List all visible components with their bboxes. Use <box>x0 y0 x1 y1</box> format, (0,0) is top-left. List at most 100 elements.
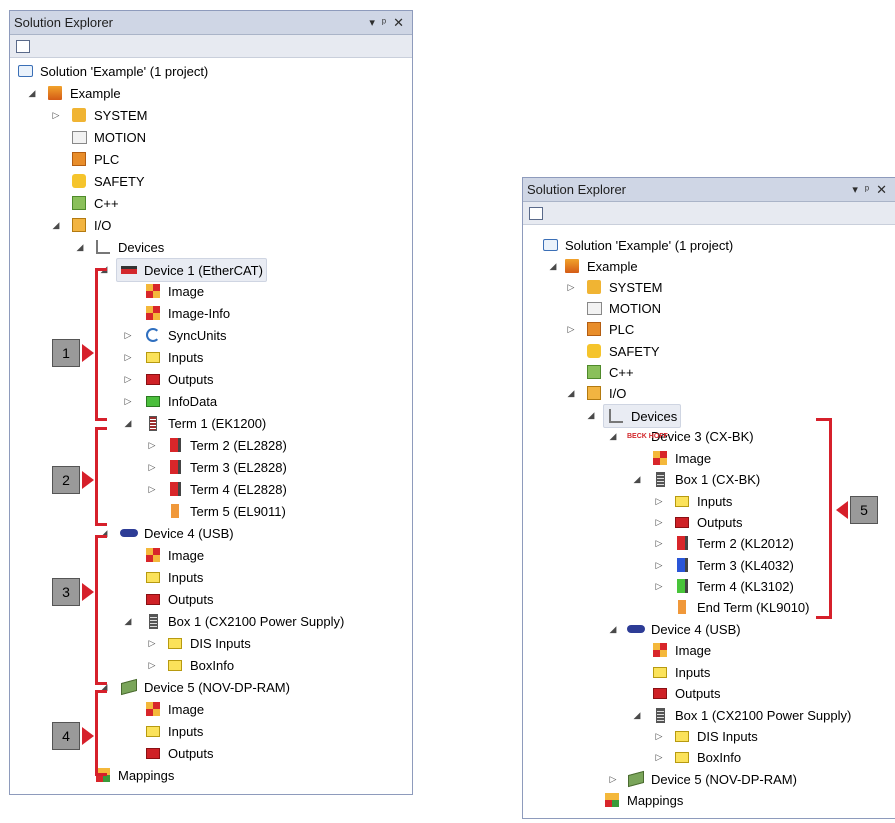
expand-arrow-icon[interactable]: ▷ <box>607 768 619 790</box>
image-icon <box>144 283 162 299</box>
expand-arrow-icon[interactable]: ▷ <box>50 104 62 126</box>
collapse-arrow-icon[interactable]: ◢ <box>26 82 38 104</box>
close-icon[interactable]: ✕ <box>393 15 404 31</box>
expand-arrow-icon[interactable]: ▷ <box>653 575 665 597</box>
tree-item-device-4[interactable]: Device 4 (USB) <box>120 522 234 544</box>
collapse-arrow-icon[interactable]: ◢ <box>631 704 643 726</box>
tree-item-boxinfo[interactable]: BoxInfo <box>166 654 234 676</box>
tree-item-cpp[interactable]: C++ <box>70 192 119 214</box>
expand-arrow-icon[interactable]: ▷ <box>565 276 577 298</box>
tree-item-motion[interactable]: MOTION <box>585 297 661 319</box>
expand-arrow-icon[interactable]: ▷ <box>122 368 134 390</box>
tree-item-mappings[interactable]: Mappings <box>603 789 683 811</box>
tree-item-syncunits[interactable]: SyncUnits <box>144 324 227 346</box>
tree-item-cpp[interactable]: C++ <box>585 361 634 383</box>
tree-item-dis-inputs[interactable]: DIS Inputs <box>166 632 251 654</box>
pin-icon[interactable]: ᵖ <box>382 17 386 29</box>
tree-item-inputs[interactable]: Inputs <box>673 490 732 512</box>
collapse-arrow-icon[interactable]: ◢ <box>585 404 597 426</box>
expand-arrow-icon[interactable]: ▷ <box>565 318 577 340</box>
tree-item-term-2[interactable]: Term 2 (EL2828) <box>166 434 287 456</box>
tree-item-term-5[interactable]: Term 5 (EL9011) <box>166 500 286 522</box>
tree-item-device-5[interactable]: Device 5 (NOV-DP-RAM) <box>120 676 290 698</box>
dropdown-icon[interactable]: ▾ <box>369 16 375 29</box>
collapse-arrow-icon[interactable]: ◢ <box>631 468 643 490</box>
tree-item-box-1[interactable]: Box 1 (CX2100 Power Supply) <box>651 704 851 726</box>
tree-item-device-3[interactable]: BECK HOFF Device 3 (CX-BK) <box>627 425 754 447</box>
tree-item-inputs[interactable]: Inputs <box>144 720 203 742</box>
tree-item-outputs[interactable]: Outputs <box>651 682 721 704</box>
tree-item-safety[interactable]: SAFETY <box>70 170 145 192</box>
expand-arrow-icon[interactable]: ▷ <box>653 746 665 768</box>
expand-arrow-icon[interactable]: ▷ <box>653 532 665 554</box>
collapse-arrow-icon[interactable]: ◢ <box>547 255 559 277</box>
tree-item-inputs[interactable]: Inputs <box>144 346 203 368</box>
tree-item-solution[interactable]: Solution 'Example' (1 project) <box>541 234 733 256</box>
tree-item-infodata[interactable]: InfoData <box>144 390 217 412</box>
tree-item-inputs[interactable]: Inputs <box>144 566 203 588</box>
tree-item-outputs[interactable]: Outputs <box>144 588 214 610</box>
tree-item-io[interactable]: I/O <box>70 214 111 236</box>
tree-item-devices[interactable]: Devices <box>94 236 164 258</box>
show-all-files-icon[interactable] <box>529 206 543 220</box>
tree-item-safety[interactable]: SAFETY <box>585 340 660 362</box>
tree-item-system[interactable]: SYSTEM <box>585 276 662 298</box>
collapse-arrow-icon[interactable]: ◢ <box>50 214 62 236</box>
tree-item-image[interactable]: Image <box>144 698 204 720</box>
annotation-bracket-1 <box>95 268 107 421</box>
dropdown-icon[interactable]: ▾ <box>852 183 858 196</box>
collapse-arrow-icon[interactable]: ◢ <box>607 425 619 447</box>
expand-arrow-icon[interactable]: ▷ <box>122 390 134 412</box>
tree-item-device-5[interactable]: Device 5 (NOV-DP-RAM) <box>627 768 797 790</box>
tree-item-boxinfo[interactable]: BoxInfo <box>673 746 741 768</box>
tree-item-image[interactable]: Image <box>144 280 204 302</box>
tree-item-term-4[interactable]: Term 4 (EL2828) <box>166 478 287 500</box>
expand-arrow-icon[interactable]: ▷ <box>146 478 158 500</box>
collapse-arrow-icon[interactable]: ◢ <box>74 236 86 258</box>
tree-item-term-4[interactable]: Term 4 (KL3102) <box>673 575 794 597</box>
tree-item-image-info[interactable]: Image-Info <box>144 302 230 324</box>
tree-item-system[interactable]: SYSTEM <box>70 104 147 126</box>
expand-arrow-icon[interactable]: ▷ <box>146 434 158 456</box>
tree-item-outputs[interactable]: Outputs <box>144 368 214 390</box>
tree-item-end-term[interactable]: End Term (KL9010) <box>673 596 810 618</box>
expand-arrow-icon[interactable]: ▷ <box>653 511 665 533</box>
collapse-arrow-icon[interactable]: ◢ <box>565 382 577 404</box>
tree-item-box-1[interactable]: Box 1 (CX-BK) <box>651 468 760 490</box>
tree-item-term-1[interactable]: Term 1 (EK1200) <box>144 412 266 434</box>
tree-item-image[interactable]: Image <box>651 447 711 469</box>
tree-item-device-4[interactable]: Device 4 (USB) <box>627 618 741 640</box>
close-icon[interactable]: ✕ <box>876 182 887 198</box>
tree-item-outputs[interactable]: Outputs <box>144 742 214 764</box>
expand-arrow-icon[interactable]: ▷ <box>146 632 158 654</box>
tree-item-term-3[interactable]: Term 3 (EL2828) <box>166 456 287 478</box>
tree-item-plc[interactable]: PLC <box>585 318 634 340</box>
collapse-arrow-icon[interactable]: ◢ <box>607 618 619 640</box>
tree-item-term-3[interactable]: Term 3 (KL4032) <box>673 554 794 576</box>
tree-item-io[interactable]: I/O <box>585 382 626 404</box>
tree-item-solution[interactable]: Solution 'Example' (1 project) <box>16 60 208 82</box>
expand-arrow-icon[interactable]: ▷ <box>653 725 665 747</box>
pin-icon[interactable]: ᵖ <box>865 184 869 196</box>
tree-item-outputs[interactable]: Outputs <box>673 511 743 533</box>
tree-item-term-2[interactable]: Term 2 (KL2012) <box>673 532 794 554</box>
tree-item-dis-inputs[interactable]: DIS Inputs <box>673 725 758 747</box>
tree-item-inputs[interactable]: Inputs <box>651 661 710 683</box>
tree-item-image[interactable]: Image <box>651 639 711 661</box>
expand-arrow-icon[interactable]: ▷ <box>146 456 158 478</box>
expand-arrow-icon[interactable]: ▷ <box>653 554 665 576</box>
expand-arrow-icon[interactable]: ▷ <box>146 654 158 676</box>
tree-item-example[interactable]: Example <box>563 255 638 277</box>
tree-item-plc[interactable]: PLC <box>70 148 119 170</box>
expand-arrow-icon[interactable]: ▷ <box>122 346 134 368</box>
collapse-arrow-icon[interactable]: ◢ <box>122 412 134 434</box>
tree-item-image[interactable]: Image <box>144 544 204 566</box>
expand-arrow-icon[interactable]: ▷ <box>122 324 134 346</box>
collapse-arrow-icon[interactable]: ◢ <box>122 610 134 632</box>
tree-item-example[interactable]: Example <box>46 82 121 104</box>
tree-item-device-1[interactable]: Device 1 (EtherCAT) <box>116 258 267 282</box>
show-all-files-icon[interactable] <box>16 39 30 53</box>
tree-item-box-1[interactable]: Box 1 (CX2100 Power Supply) <box>144 610 344 632</box>
expand-arrow-icon[interactable]: ▷ <box>653 490 665 512</box>
tree-item-motion[interactable]: MOTION <box>70 126 146 148</box>
